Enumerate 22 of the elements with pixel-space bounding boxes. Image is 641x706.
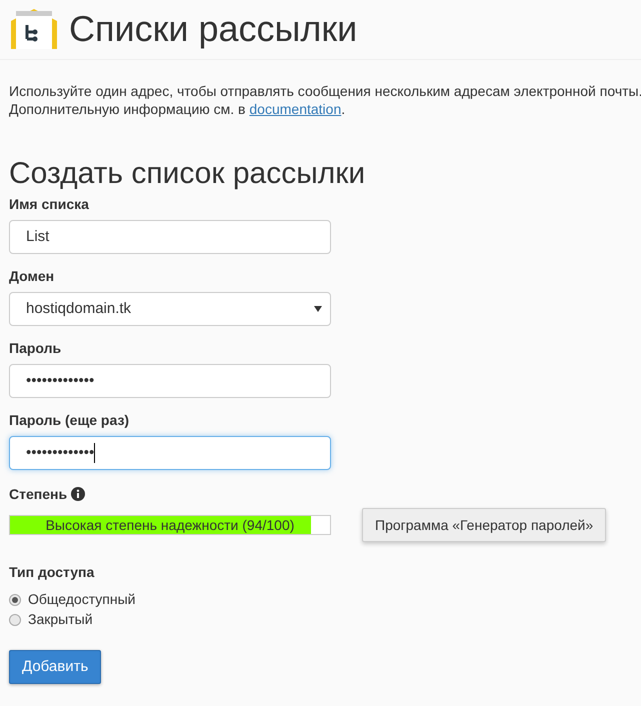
- page-title: Списки рассылки: [69, 7, 358, 51]
- field-label: Имя списка: [9, 195, 89, 214]
- input-field[interactable]: •••••••••••••: [9, 436, 331, 470]
- field-label: Пароль: [9, 339, 62, 358]
- domain-select[interactable]: hostiqdomain.tk: [9, 292, 331, 326]
- caret-icon: [314, 306, 322, 312]
- section-heading: Создать список рассылки: [9, 156, 366, 192]
- field-label: Тип доступа: [9, 563, 94, 582]
- input-field[interactable]: •••••••••••••: [9, 364, 331, 398]
- radio-option[interactable]: Закрытый: [9, 610, 93, 629]
- field-label: Пароль (еще раз): [9, 411, 130, 430]
- add-button[interactable]: Добавить: [9, 650, 102, 684]
- strength-text: Высокая степень надежности (94/100): [44, 516, 296, 534]
- info-icon[interactable]: [71, 487, 86, 501]
- description-text: Используйте один адрес, чтобы отправлять сообщения нескольким адресам электронной почты. Дополнительную информацию см. в documentation.: [9, 82, 641, 118]
- documentation-link[interactable]: documentation: [249, 101, 342, 117]
- password-generator-button[interactable]: Программа «Генератор паролей»: [362, 508, 606, 542]
- mailing-list-icon: [9, 7, 59, 51]
- field-label: Домен: [9, 267, 54, 286]
- input-field[interactable]: List: [9, 220, 331, 254]
- field-label: Степень: [9, 485, 68, 504]
- radio-option[interactable]: Общедоступный: [9, 590, 136, 609]
